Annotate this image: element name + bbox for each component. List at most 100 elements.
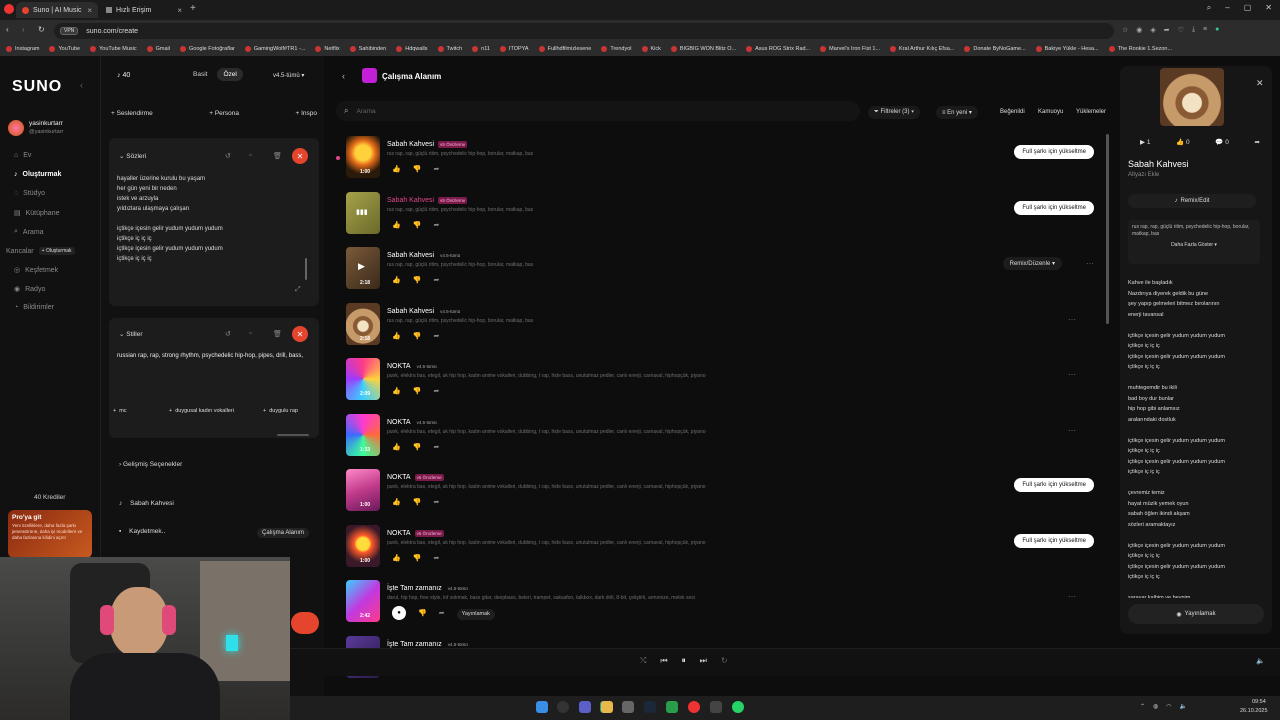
bookmark-item[interactable]: Netflix xyxy=(315,46,340,52)
song-row[interactable]: 1:00 NOKTA v5 Önizleme punk, elektra bas, e… xyxy=(344,523,1104,578)
song-title[interactable]: Sabah Kahvesi xyxy=(387,141,434,148)
song-cover[interactable]: 1:00 xyxy=(346,524,380,567)
song-title[interactable]: Sabah Kahvesi xyxy=(387,252,434,259)
song-title[interactable]: İşte Tam zamanız xyxy=(387,641,442,648)
song-cover[interactable]: 1:33 xyxy=(346,413,380,456)
share-icon[interactable]: ➦ xyxy=(433,221,439,229)
share-icon[interactable]: ➦ xyxy=(1255,138,1260,146)
remix-edit-button[interactable]: Remix/Düzenle ▾ xyxy=(1002,257,1062,270)
workspace-select[interactable]: Çalışma Alanım xyxy=(256,528,309,538)
browser-logo-icon[interactable] xyxy=(4,4,14,14)
comments-count[interactable]: 💬 0 xyxy=(1215,138,1229,146)
bookmark-item[interactable]: YouTube Music xyxy=(90,46,137,52)
play-circle-icon[interactable]: ● xyxy=(392,606,406,620)
bookmark-item[interactable]: ITOPYA xyxy=(499,46,529,52)
bookmark-item[interactable]: Gmail xyxy=(146,46,170,52)
share-icon[interactable]: ➦ xyxy=(433,498,439,506)
inspo-button[interactable]: + Inspo xyxy=(295,110,317,117)
bookmark-item[interactable]: Asus ROG Strix Rad... xyxy=(746,46,810,52)
chips-scrollbar[interactable] xyxy=(277,434,309,436)
start-icon[interactable] xyxy=(536,701,548,713)
bookmark-item[interactable]: Kral Arthur Kılıç Efsa... xyxy=(890,46,954,52)
upgrade-full-song-button[interactable]: Full şarkı için yükseltme xyxy=(1014,200,1094,215)
copy-icon[interactable]: ▫ xyxy=(249,152,251,159)
sidebar-item-explore[interactable]: ◎ Keşfetmek xyxy=(14,266,58,275)
lyrics-header[interactable]: ⌄ Sözleri xyxy=(119,152,146,160)
bookmark-item[interactable]: GamingWolf#TR1 -... xyxy=(244,46,305,52)
bookmark-item[interactable]: Trendyol xyxy=(601,46,632,52)
publish-button[interactable]: ◉ Yayınlamak xyxy=(1128,604,1264,624)
search-tabs-icon[interactable]: ⌕ xyxy=(1207,3,1211,13)
network-icon[interactable]: ◍ xyxy=(1153,703,1158,710)
song-row[interactable]: 2:09 NOKTA v4.5-tümü punk, elektra bas, ete… xyxy=(344,356,1104,411)
create-hook-badge[interactable]: + Oluşturmak xyxy=(38,247,75,255)
song-title[interactable]: İşte Tam zamanız xyxy=(387,585,442,592)
like-icon[interactable]: 👍 xyxy=(392,165,401,173)
undo-icon[interactable]: ↺ xyxy=(225,152,231,160)
bookmark-item[interactable]: Bakiye Yükle - Hesa... xyxy=(1035,46,1099,52)
wifi-icon[interactable]: ◠ xyxy=(1166,703,1171,710)
like-icon[interactable]: 👍 xyxy=(392,332,401,340)
song-title[interactable]: Sabah Kahvesi xyxy=(387,308,434,315)
trash-icon[interactable]: 🗑 xyxy=(273,330,282,338)
opera-icon[interactable] xyxy=(688,701,700,713)
folder-icon[interactable] xyxy=(601,701,613,713)
shuffle-icon[interactable]: ⤭ xyxy=(640,656,646,666)
play-icon[interactable]: ▶ xyxy=(358,261,365,272)
close-icon[interactable]: ✕ xyxy=(1256,78,1264,89)
remix-edit-button[interactable]: ♪ Remix/Edit xyxy=(1128,194,1256,208)
show-more-button[interactable]: Daha Fazla Göster ▾ xyxy=(1132,242,1256,248)
styles-textarea[interactable]: russian rap, rap, strong rhythm, psyched… xyxy=(117,352,307,361)
song-title[interactable]: NOKTA xyxy=(387,419,411,426)
dislike-icon[interactable]: 👎 xyxy=(413,498,422,506)
song-cover[interactable]: ▶ 2:18 xyxy=(346,247,380,289)
persona-button[interactable]: + Persona xyxy=(209,110,239,117)
share-icon[interactable]: ➦ xyxy=(433,387,439,395)
app-icon[interactable] xyxy=(710,701,722,713)
sidebar-item-search[interactable]: ⌕ Arama xyxy=(14,228,44,236)
like-icon[interactable]: 👍 xyxy=(392,276,401,284)
expand-icon[interactable]: ⤢ xyxy=(295,286,301,294)
share-icon[interactable]: ➦ xyxy=(433,332,439,340)
download-icon[interactable]: ⤓ xyxy=(1192,26,1195,34)
bookmark-item[interactable]: Donate ByNoGame... xyxy=(964,46,1026,52)
previous-icon[interactable]: ⏮ xyxy=(660,656,667,666)
mode-simple-button[interactable]: Basit xyxy=(187,68,213,81)
advanced-options-toggle[interactable]: › Gelişmiş Seçenekler xyxy=(119,461,182,468)
song-row[interactable]: ▶ 2:18 Sabah Kahvesi v4.5-tümü rus rap, rap,… xyxy=(344,245,1104,300)
lyrics-generate-button[interactable]: ✕ xyxy=(292,148,308,164)
style-chip[interactable]: + mc xyxy=(113,408,127,414)
song-cover[interactable]: 2:18 xyxy=(346,302,380,345)
add-subtitle-link[interactable]: Altyazı Ekle xyxy=(1128,172,1159,178)
uploads-filter[interactable]: Yüklemeler xyxy=(1076,109,1106,115)
song-cover[interactable]: 2:42 xyxy=(346,580,380,622)
song-row[interactable]: 1:33 NOKTA v4.5-tümü punk, elektra bas, ete… xyxy=(344,412,1104,467)
url-field[interactable]: VPN suno.com/create xyxy=(54,23,1114,39)
song-cover[interactable]: 2:09 xyxy=(346,358,380,400)
sidebar-item-notifications[interactable]: ◔ Bildirimler xyxy=(14,304,54,311)
close-icon[interactable]: × xyxy=(177,6,182,15)
style-chip[interactable]: + duygulu rap xyxy=(263,408,298,414)
song-title[interactable]: NOKTA xyxy=(387,363,411,370)
create-button[interactable] xyxy=(291,612,319,634)
volume-icon[interactable]: 🔈 xyxy=(1256,657,1265,665)
bookmark-item[interactable]: Google Fotoğraflar xyxy=(179,46,235,52)
bookmark-item[interactable]: n11 xyxy=(472,46,490,52)
forward-icon[interactable]: › xyxy=(22,25,25,34)
share-icon[interactable]: ➦ xyxy=(433,165,439,173)
song-title-field[interactable]: ♪ Sabah Kahvesi xyxy=(119,500,174,507)
list-scrollbar[interactable] xyxy=(1106,134,1109,324)
song-title[interactable]: Sabah Kahvesi xyxy=(387,197,434,204)
sidebar-item-studio[interactable]: ◌ Stüdyo xyxy=(14,190,45,197)
like-icon[interactable]: 👍 xyxy=(392,387,401,395)
tab-quick-access[interactable]: Hızlı Erişim × xyxy=(100,2,188,18)
lyrics-scrollbar[interactable] xyxy=(305,258,307,280)
public-filter[interactable]: Kamuoyu xyxy=(1038,109,1063,115)
camera-icon[interactable]: ◉ xyxy=(1136,26,1142,34)
more-options-icon[interactable]: ⋯ xyxy=(1068,426,1076,435)
like-icon[interactable]: 👍 xyxy=(392,498,401,506)
bookmark-icon[interactable]: ☆ xyxy=(1122,26,1128,34)
liked-filter[interactable]: Beğenildi xyxy=(1000,109,1025,115)
sidebar-item-hooks[interactable]: Kancalar + Oluşturmak xyxy=(6,247,75,255)
dislike-icon[interactable]: 👎 xyxy=(413,554,422,562)
